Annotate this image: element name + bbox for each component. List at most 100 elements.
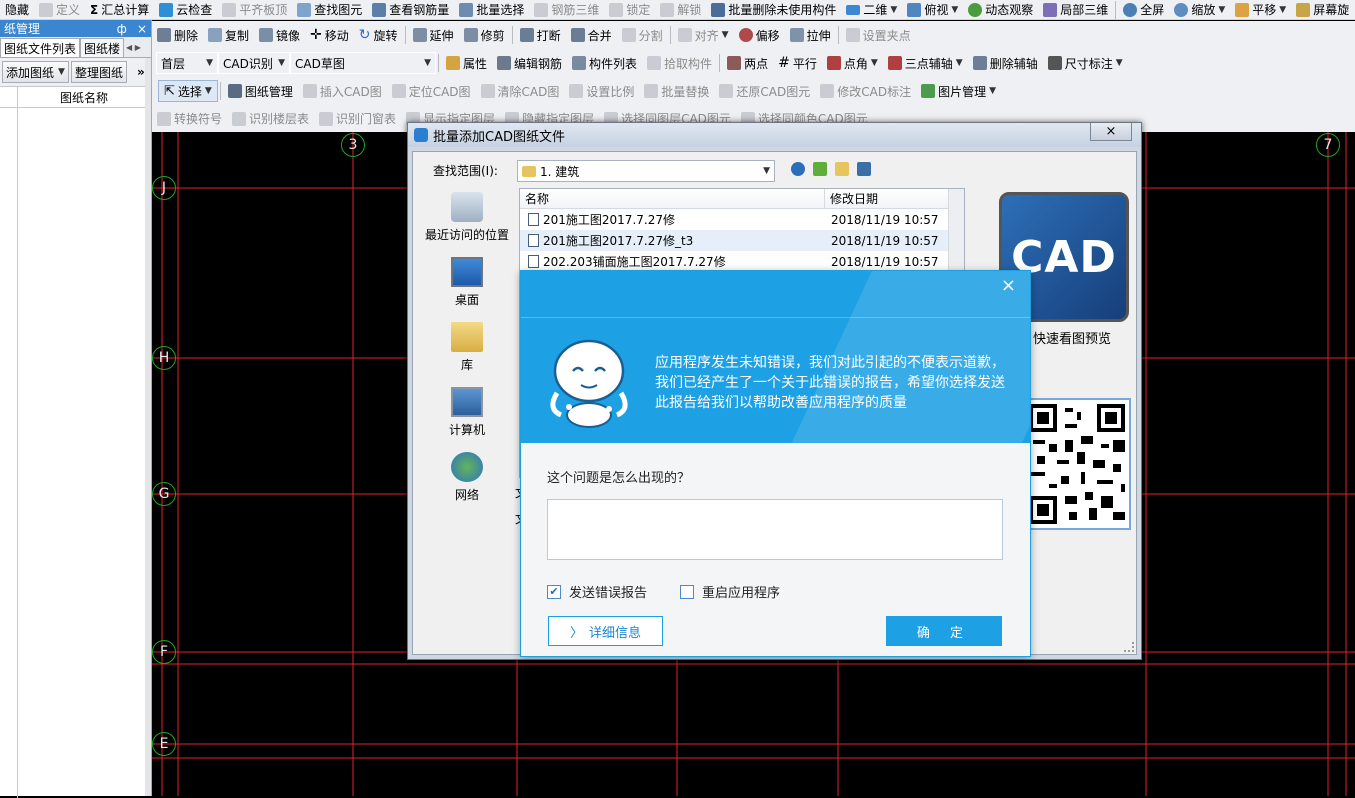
three-point-axis-button[interactable]: 三点辅轴 ▼ xyxy=(883,49,968,77)
flush-slab-button[interactable]: 平齐板顶 xyxy=(217,0,292,19)
view-rebar-button[interactable]: 查看钢筋量 xyxy=(367,0,454,19)
copy-button[interactable]: 复制 xyxy=(203,21,254,49)
insert-cad-button[interactable]: 插入CAD图 xyxy=(298,77,387,105)
extend-button[interactable]: 延伸 xyxy=(408,21,459,49)
problem-description-textarea[interactable] xyxy=(547,499,1003,560)
screen-rotate-button[interactable]: 屏幕旋 xyxy=(1291,0,1354,19)
point-angle-dropdown[interactable]: 点角 ▼ xyxy=(822,49,883,77)
pin-icon[interactable]: ф xyxy=(117,22,127,36)
view-2d-dropdown[interactable]: 二维 ▼ xyxy=(841,0,902,19)
batch-delete-button[interactable]: 批量删除未使用构件 xyxy=(706,0,841,19)
file-row[interactable]: 202.203铺面施工图2017.7.27修 2018/11/19 10:57 xyxy=(520,251,964,272)
delete-axis-button[interactable]: 删除辅轴 xyxy=(968,49,1043,77)
edit-rebar-button[interactable]: 编辑钢筋 xyxy=(492,49,567,77)
pan-dropdown[interactable]: 平移 ▼ xyxy=(1230,0,1291,19)
properties-button[interactable]: 属性 xyxy=(441,49,492,77)
image-manager-dropdown[interactable]: 图片管理 ▼ xyxy=(916,77,1001,105)
split-button[interactable]: 分割 xyxy=(617,21,668,49)
column-header-name[interactable]: 名称 xyxy=(520,189,825,208)
resize-grip[interactable] xyxy=(1124,642,1134,652)
send-report-checkbox[interactable]: ✔ 发送错误报告 xyxy=(547,582,647,601)
delete-axis-icon xyxy=(972,56,987,70)
file-row[interactable]: 201施工图2017.7.27修_t3 2018/11/19 10:57 xyxy=(520,230,964,251)
chevron-down-icon: ▼ xyxy=(204,86,212,96)
lock-button[interactable]: 锁定 xyxy=(604,0,655,19)
align-dropdown[interactable]: 对齐 ▼ xyxy=(673,21,734,49)
fullscreen-button[interactable]: 全屏 xyxy=(1118,0,1169,19)
cloud-check-button[interactable]: 云检查 xyxy=(154,0,217,19)
more-icon[interactable]: » xyxy=(137,65,145,79)
batch-select-button[interactable]: 批量选择 xyxy=(454,0,529,19)
back-icon[interactable] xyxy=(791,162,805,176)
cad-sketch-select[interactable]: CAD草图 ▼ xyxy=(290,52,436,74)
two-point-button[interactable]: 两点 xyxy=(722,49,773,77)
local-3d-button[interactable]: 局部三维 xyxy=(1038,0,1113,19)
place-network[interactable]: 网络 xyxy=(417,452,517,503)
add-drawing-button[interactable]: 添加图纸 ▼ xyxy=(2,61,69,83)
view-menu-icon[interactable] xyxy=(857,162,871,176)
rebar-3d-button[interactable]: 钢筋三维 xyxy=(529,0,604,19)
chevron-down-icon: ▼ xyxy=(58,67,65,77)
arrange-drawing-button[interactable]: 整理图纸 xyxy=(70,61,127,83)
parallel-button[interactable]: # 平行 xyxy=(773,49,822,77)
stretch-button[interactable]: 拉伸 xyxy=(785,21,836,49)
tab-drawing-floor[interactable]: 图纸楼 xyxy=(80,38,125,57)
convert-symbol-button[interactable]: 转换符号 xyxy=(152,105,227,132)
set-grip-button[interactable]: 设置夹点 xyxy=(841,21,916,49)
app-icon xyxy=(414,128,428,142)
move-button[interactable]: ✛ 移动 xyxy=(305,21,354,49)
clear-cad-button[interactable]: 清除CAD图 xyxy=(476,77,565,105)
top-view-dropdown[interactable]: 俯视 ▼ xyxy=(902,0,963,19)
place-computer[interactable]: 计算机 xyxy=(417,387,517,438)
set-scale-button[interactable]: 设置比例 xyxy=(564,77,639,105)
define-button[interactable]: 定义 xyxy=(34,0,85,19)
dialog-close-button[interactable]: × xyxy=(1090,123,1132,141)
component-list-button[interactable]: 构件列表 xyxy=(567,49,642,77)
error-close-button[interactable]: × xyxy=(1001,275,1016,296)
break-button[interactable]: 打断 xyxy=(515,21,566,49)
locate-cad-button[interactable]: 定位CAD图 xyxy=(387,77,476,105)
place-library[interactable]: 库 xyxy=(417,322,517,373)
dimension-dropdown[interactable]: 尺寸标注 ▼ xyxy=(1043,49,1128,77)
rotate-button[interactable]: ↻ 旋转 xyxy=(354,21,403,49)
file-row[interactable]: 201施工图2017.7.27修 2018/11/19 10:57 xyxy=(520,209,964,230)
summary-calc-button[interactable]: Σ 汇总计算 xyxy=(85,0,154,19)
unlock-button[interactable]: 解锁 xyxy=(655,0,706,19)
recognize-floor-table-button[interactable]: 识别楼层表 xyxy=(227,105,314,132)
file-list-header: 名称 修改日期 xyxy=(520,189,964,209)
cad-recognize-select[interactable]: CAD识别 ▼ xyxy=(218,52,290,74)
trim-button[interactable]: 修剪 xyxy=(459,21,510,49)
offset-button[interactable]: 偏移 xyxy=(734,21,785,49)
find-element-button[interactable]: 查找图元 xyxy=(292,0,367,19)
column-header-name[interactable]: 图纸名称 xyxy=(18,87,151,107)
close-icon[interactable]: × xyxy=(137,22,147,36)
place-desktop[interactable]: 桌面 xyxy=(417,257,517,308)
place-recent[interactable]: 最近访问的位置 xyxy=(417,192,517,243)
cube-icon xyxy=(907,2,922,17)
hide-button[interactable]: 隐藏 xyxy=(0,0,34,19)
new-folder-icon[interactable] xyxy=(835,162,849,176)
recognize-door-window-button[interactable]: 识别门窗表 xyxy=(314,105,401,132)
axis-label-7: 7 xyxy=(1316,133,1340,157)
modify-cad-dimension-button[interactable]: 修改CAD标注 xyxy=(815,77,916,105)
restore-cad-button[interactable]: 还原CAD图元 xyxy=(714,77,815,105)
panel-scrollbar[interactable] xyxy=(145,58,151,796)
look-in-select[interactable]: 1. 建筑 ▼ xyxy=(517,160,775,182)
column-header-date[interactable]: 修改日期 xyxy=(825,189,955,208)
batch-replace-button[interactable]: 批量替换 xyxy=(639,77,714,105)
drawing-manager-button[interactable]: 图纸管理 xyxy=(223,77,298,105)
details-button[interactable]: 〉 详细信息 xyxy=(548,616,663,646)
tab-scroll-arrows[interactable]: ◀ ▶ xyxy=(126,43,141,52)
up-folder-icon[interactable] xyxy=(813,162,827,176)
select-dropdown[interactable]: ⇱ 选择 ▼ xyxy=(158,80,218,102)
dynamic-view-button[interactable]: 动态观察 xyxy=(963,0,1038,19)
ok-button[interactable]: 确 定 xyxy=(886,616,1002,646)
tab-drawing-file-list[interactable]: 图纸文件列表 xyxy=(0,38,81,57)
restart-app-checkbox[interactable]: 重启应用程序 xyxy=(680,582,780,601)
zoom-dropdown[interactable]: 缩放 ▼ xyxy=(1169,0,1230,19)
floor-select[interactable]: 首层 ▼ xyxy=(156,52,218,74)
pick-component-button[interactable]: 拾取构件 xyxy=(642,49,717,77)
merge-button[interactable]: 合并 xyxy=(566,21,617,49)
mirror-button[interactable]: 镜像 xyxy=(254,21,305,49)
delete-button[interactable]: 删除 xyxy=(152,21,203,49)
